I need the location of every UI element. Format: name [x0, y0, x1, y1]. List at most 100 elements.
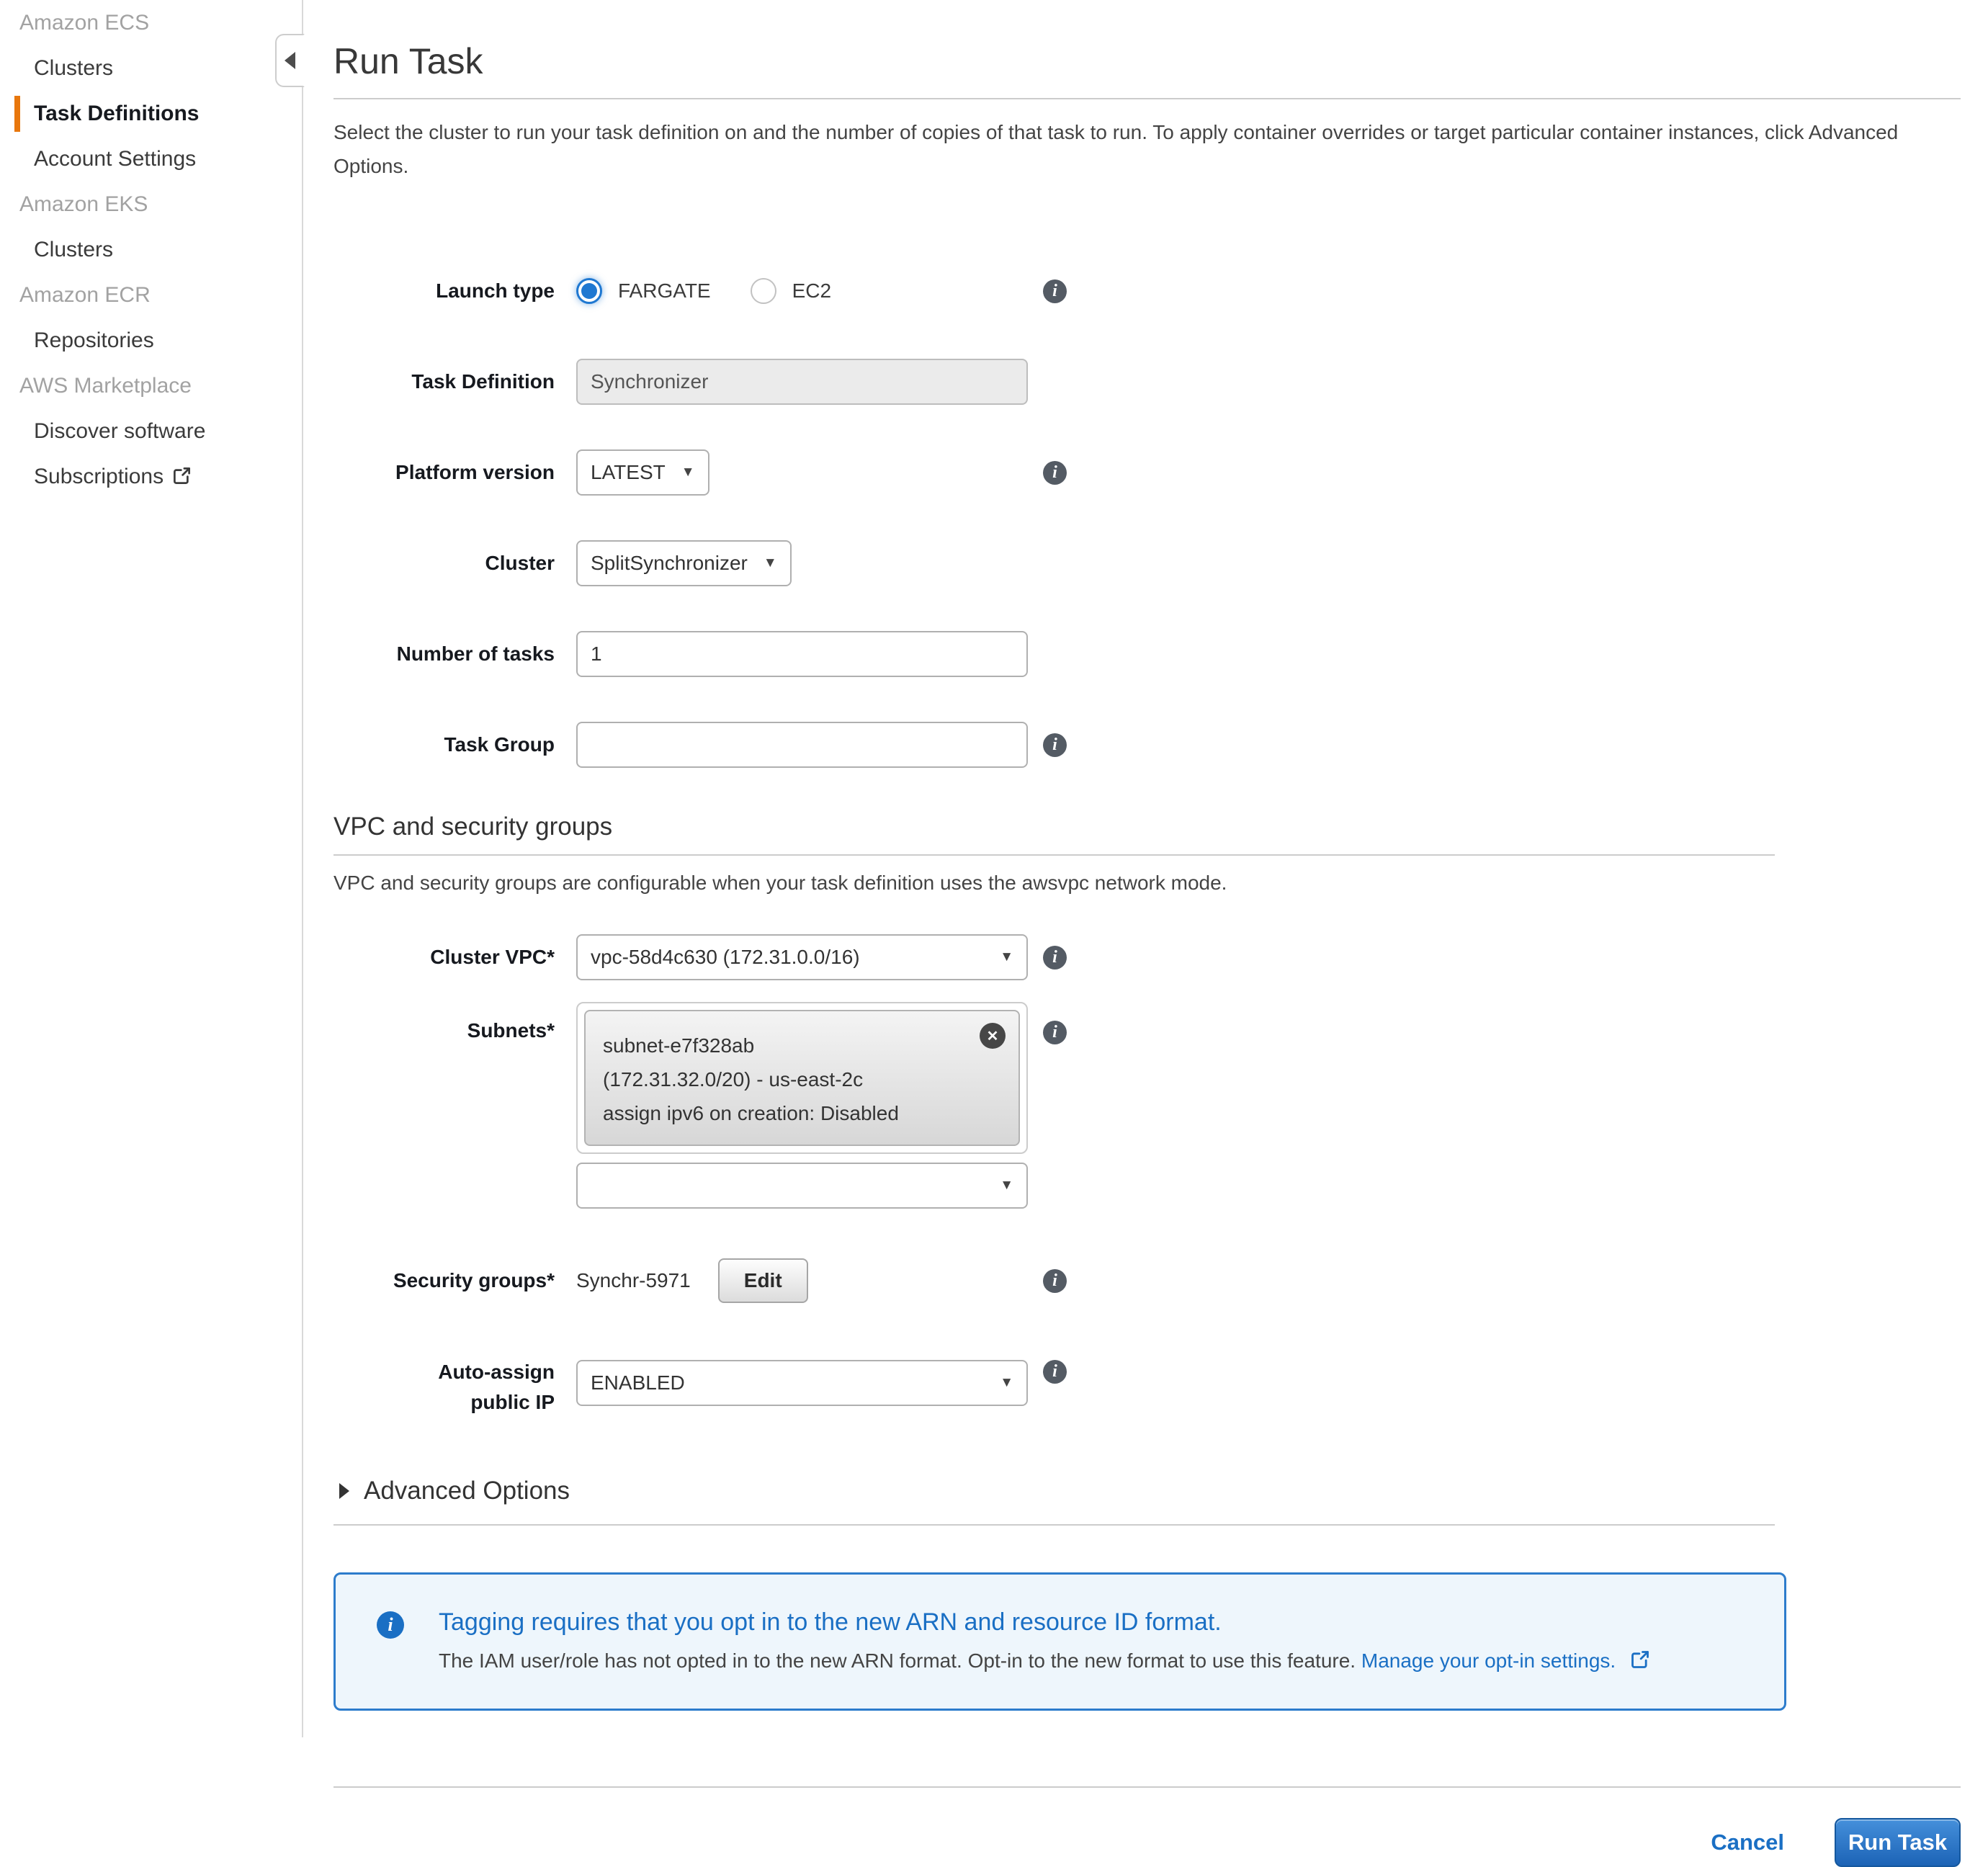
platform-version-info-icon[interactable]: i: [1043, 461, 1067, 485]
chevron-down-icon: ▼: [1000, 1375, 1013, 1391]
footer-actions: Cancel Run Task: [333, 1818, 1961, 1867]
cluster-vpc-row: Cluster VPC* vpc-58d4c630 (172.31.0.0/16…: [333, 934, 1961, 980]
sidebar-item-clusters-ecs[interactable]: Clusters: [0, 54, 302, 83]
task-group-control: [576, 722, 1028, 768]
main-content: Run Task Select the cluster to run your …: [333, 0, 1961, 1867]
subnet-chip-ipv6: assign ipv6 on creation: Disabled: [603, 1096, 1001, 1130]
advanced-options-label: Advanced Options: [364, 1477, 570, 1505]
chevron-down-icon: ▼: [764, 555, 777, 571]
subnets-selected-list: subnet-e7f328ab (172.31.32.0/20) - us-ea…: [576, 1002, 1028, 1154]
vpc-section-title: VPC and security groups: [333, 812, 1961, 841]
platform-version-control: LATEST ▼: [576, 449, 709, 496]
auto-assign-public-ip-select[interactable]: ENABLED ▼: [576, 1360, 1028, 1406]
launch-type-label: Launch type: [333, 268, 555, 314]
banner-body-text: The IAM user/role has not opted in to th…: [439, 1649, 1356, 1672]
task-definition-row: Task Definition: [333, 359, 1961, 405]
subnets-info-icon[interactable]: i: [1043, 1021, 1067, 1044]
info-icon: i: [377, 1611, 404, 1639]
security-groups-label: Security groups*: [333, 1258, 555, 1304]
page-title: Run Task: [333, 40, 1961, 82]
chevron-down-icon: ▼: [1000, 949, 1013, 965]
security-groups-control: Synchr-5971 Edit: [576, 1258, 808, 1304]
subnet-chip-id: subnet-e7f328ab: [603, 1029, 1001, 1062]
sidebar-section-amazon-ecr: Amazon ECR: [0, 281, 302, 310]
subnets-add-select[interactable]: ▼: [576, 1163, 1028, 1209]
sidebar-item-account-settings[interactable]: Account Settings: [0, 145, 302, 174]
ec2-radio[interactable]: [751, 278, 776, 304]
number-of-tasks-control: [576, 631, 1028, 677]
number-of-tasks-label: Number of tasks: [333, 631, 555, 677]
fargate-radio-label[interactable]: FARGATE: [618, 279, 711, 303]
sidebar-item-subscriptions-label: Subscriptions: [34, 465, 164, 488]
remove-subnet-icon[interactable]: ✕: [980, 1023, 1006, 1049]
ec2-radio-label[interactable]: EC2: [792, 279, 831, 303]
security-groups-value: Synchr-5971: [576, 1269, 691, 1292]
sidebar-section-amazon-ecs: Amazon ECS: [0, 9, 302, 37]
security-groups-info-icon[interactable]: i: [1043, 1269, 1067, 1293]
external-link-icon: [172, 465, 192, 493]
edit-security-groups-button[interactable]: Edit: [718, 1258, 808, 1303]
sidebar-section-amazon-eks: Amazon EKS: [0, 190, 302, 219]
banner-text: Tagging requires that you opt in to the …: [439, 1608, 1650, 1675]
fargate-radio[interactable]: [576, 278, 602, 304]
sidebar-item-subscriptions[interactable]: Subscriptions: [0, 462, 302, 491]
sidebar-item-task-definitions[interactable]: Task Definitions: [0, 99, 302, 128]
fargate-radio-dot: [581, 283, 597, 299]
sidebar-section-aws-marketplace: AWS Marketplace: [0, 372, 302, 400]
platform-version-select[interactable]: LATEST ▼: [576, 449, 709, 496]
cluster-label: Cluster: [333, 540, 555, 586]
sidebar-item-repositories[interactable]: Repositories: [0, 326, 302, 355]
banner-body: The IAM user/role has not opted in to th…: [439, 1649, 1650, 1675]
launch-type-info-icon[interactable]: i: [1043, 279, 1067, 303]
number-of-tasks-row: Number of tasks: [333, 631, 1961, 677]
cluster-vpc-select[interactable]: vpc-58d4c630 (172.31.0.0/16) ▼: [576, 934, 1028, 980]
run-task-form: Launch type FARGATE EC2 i Task Definitio…: [333, 268, 1961, 768]
security-groups-row: Security groups* Synchr-5971 Edit i: [333, 1258, 1961, 1304]
chevron-right-icon: [339, 1483, 349, 1499]
collapse-left-icon: [285, 52, 295, 69]
manage-opt-in-settings-link[interactable]: Manage your opt-in settings.: [1361, 1649, 1616, 1672]
sidebar-collapse-button[interactable]: [275, 34, 305, 87]
subnet-chip-cidr: (172.31.32.0/20) - us-east-2c: [603, 1062, 1001, 1096]
subnets-control: subnet-e7f328ab (172.31.32.0/20) - us-ea…: [576, 1002, 1028, 1209]
task-group-info-icon[interactable]: i: [1043, 733, 1067, 757]
task-group-row: Task Group i: [333, 722, 1961, 768]
auto-assign-public-ip-label: Auto-assign public IP: [333, 1348, 555, 1418]
auto-assign-public-ip-info-icon[interactable]: i: [1043, 1360, 1067, 1384]
external-link-icon[interactable]: [1630, 1649, 1650, 1675]
run-task-button[interactable]: Run Task: [1835, 1818, 1961, 1867]
auto-assign-public-ip-value: ENABLED: [591, 1371, 685, 1394]
task-definition-label: Task Definition: [333, 359, 555, 405]
page-description: Select the cluster to run your task defi…: [333, 115, 1918, 183]
vpc-form: Cluster VPC* vpc-58d4c630 (172.31.0.0/16…: [333, 934, 1961, 1418]
number-of-tasks-input[interactable]: [576, 631, 1028, 677]
launch-type-options: FARGATE EC2: [576, 268, 871, 314]
subnets-label: Subnets*: [333, 1002, 555, 1209]
vpc-section-description: VPC and security groups are configurable…: [333, 872, 1961, 895]
chevron-down-icon: ▼: [1000, 1178, 1013, 1194]
sidebar: Amazon ECS Clusters Task Definitions Acc…: [0, 0, 303, 1737]
task-group-input[interactable]: [576, 722, 1028, 768]
cluster-vpc-control: vpc-58d4c630 (172.31.0.0/16) ▼: [576, 934, 1028, 980]
sidebar-item-discover-software[interactable]: Discover software: [0, 417, 302, 446]
vpc-section-divider: [333, 854, 1775, 856]
cluster-select[interactable]: SplitSynchronizer ▼: [576, 540, 792, 586]
auto-assign-public-ip-control: ENABLED ▼: [576, 1348, 1028, 1418]
task-definition-control: [576, 359, 1028, 405]
auto-assign-public-ip-row: Auto-assign public IP ENABLED ▼ i: [333, 1348, 1961, 1418]
advanced-options-toggle[interactable]: Advanced Options: [333, 1477, 1961, 1505]
cancel-button[interactable]: Cancel: [1711, 1830, 1784, 1855]
platform-version-row: Platform version LATEST ▼ i: [333, 449, 1961, 496]
cluster-control: SplitSynchronizer ▼: [576, 540, 792, 586]
task-group-label: Task Group: [333, 722, 555, 768]
subnets-row: Subnets* subnet-e7f328ab (172.31.32.0/20…: [333, 1002, 1961, 1209]
cluster-row: Cluster SplitSynchronizer ▼: [333, 540, 1961, 586]
title-divider: [333, 98, 1961, 99]
banner-title: Tagging requires that you opt in to the …: [439, 1608, 1650, 1637]
chevron-down-icon: ▼: [681, 465, 695, 480]
task-definition-input: [576, 359, 1028, 405]
subnet-chip: subnet-e7f328ab (172.31.32.0/20) - us-ea…: [584, 1010, 1020, 1146]
sidebar-item-clusters-eks[interactable]: Clusters: [0, 236, 302, 264]
footer-divider: [333, 1786, 1961, 1788]
cluster-vpc-info-icon[interactable]: i: [1043, 946, 1067, 970]
